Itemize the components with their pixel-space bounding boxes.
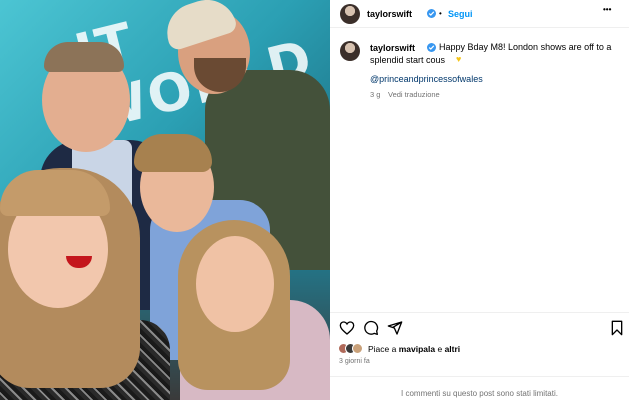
verified-icon bbox=[427, 9, 436, 18]
caption-username[interactable]: taylorswift bbox=[370, 43, 415, 53]
comments-limited-notice: I commenti su questo post sono stati lim… bbox=[401, 389, 558, 398]
post-header: taylorswift • Segui ••• bbox=[330, 0, 629, 28]
caption-line-2: splendid start cous bbox=[370, 55, 446, 65]
post-details-panel: taylorswift • Segui ••• taylorswift Happ… bbox=[330, 0, 629, 400]
photo-bangs-woman bbox=[0, 170, 110, 216]
likes-joiner: e bbox=[435, 344, 445, 354]
post-age: 3 g bbox=[370, 90, 381, 99]
yellow-heart-icon: ♥ bbox=[456, 54, 462, 64]
action-bar bbox=[330, 312, 629, 342]
photo-head-girl bbox=[196, 236, 274, 332]
caption-avatar[interactable] bbox=[340, 41, 360, 61]
comment-icon[interactable] bbox=[363, 320, 379, 336]
photo-hair-suit-man bbox=[44, 42, 124, 72]
see-translation-link[interactable]: Vedi traduzione bbox=[388, 90, 440, 99]
avatar[interactable] bbox=[340, 4, 360, 24]
likes-user[interactable]: mavipala bbox=[399, 344, 435, 354]
photo-hair-boy bbox=[134, 134, 212, 172]
header-username[interactable]: taylorswift bbox=[367, 9, 412, 19]
likes-prefix: Piace a bbox=[368, 344, 399, 354]
share-icon[interactable] bbox=[387, 320, 403, 336]
mention-link[interactable]: @princeandprincessofwales bbox=[370, 74, 483, 84]
likes-others[interactable]: altri bbox=[445, 344, 461, 354]
post-photo[interactable]: IT WORLD bbox=[0, 0, 330, 400]
posted-time: 3 giorni fa bbox=[339, 358, 370, 365]
more-options-icon[interactable]: ••• bbox=[603, 5, 611, 14]
bookmark-icon[interactable] bbox=[609, 320, 625, 336]
divider bbox=[330, 376, 629, 377]
follow-button[interactable]: Segui bbox=[448, 9, 473, 19]
liker-avatar-3[interactable] bbox=[352, 343, 363, 354]
caption-verified-icon bbox=[427, 43, 436, 52]
heart-icon[interactable] bbox=[339, 320, 355, 336]
header-separator: • bbox=[439, 9, 442, 18]
caption-line-1: Happy Bday M8! London shows are off to a bbox=[439, 42, 612, 52]
likes-text[interactable]: Piace a mavipala e altri bbox=[368, 344, 460, 354]
